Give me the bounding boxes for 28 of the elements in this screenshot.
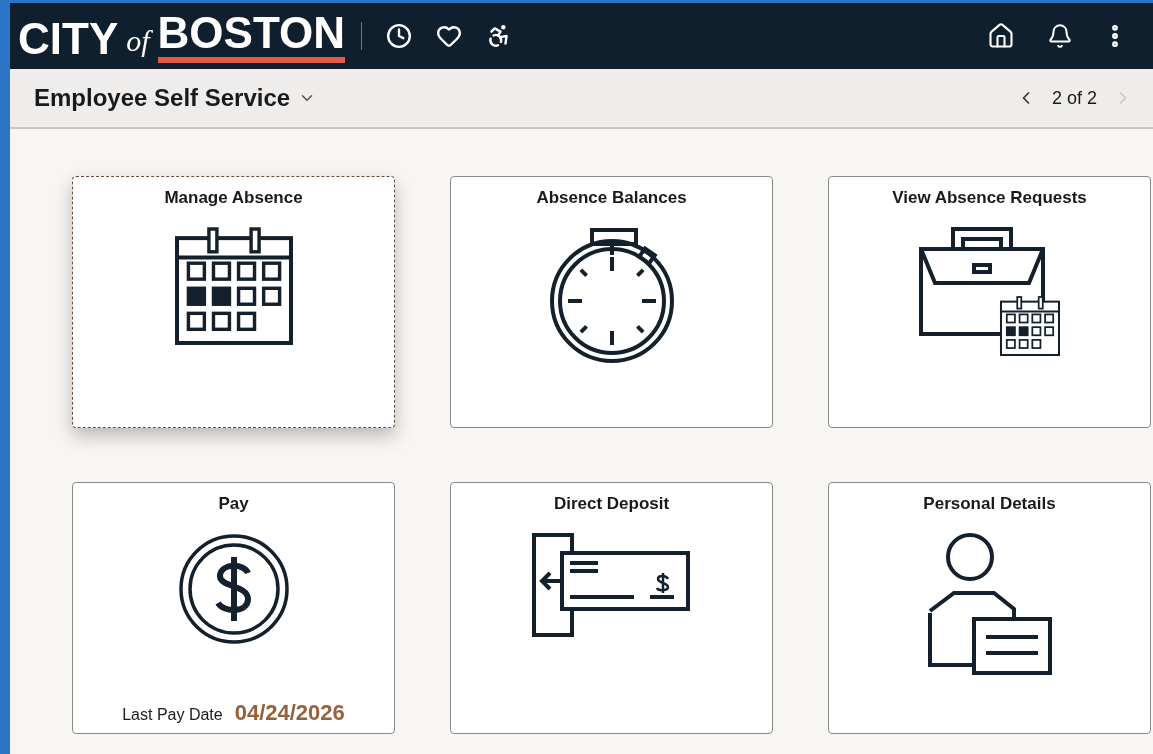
tile[interactable]: Pay Last Pay Date 04/24/2026 <box>72 482 395 734</box>
tile-title: View Absence Requests <box>892 187 1087 209</box>
recent-icon[interactable] <box>386 23 412 49</box>
tile-title: Personal Details <box>923 493 1056 515</box>
tile[interactable]: Manage Absence <box>72 176 395 428</box>
city-logo[interactable]: CITY of BOSTON <box>18 9 345 63</box>
person-card-icon <box>927 532 1052 675</box>
briefcase-calendar-icon <box>918 226 1061 357</box>
logo-text: CITY <box>18 15 119 63</box>
favorites-icon[interactable] <box>436 23 462 49</box>
notifications-icon[interactable] <box>1047 23 1073 49</box>
dollar-coin-icon <box>177 532 290 645</box>
last-pay-date-label: Last Pay Date <box>122 705 223 725</box>
stopwatch-icon <box>548 226 675 365</box>
page-counter: 2 of 2 <box>1051 86 1097 110</box>
tile[interactable]: Direct Deposit <box>450 482 773 734</box>
tile[interactable]: View Absence Requests <box>828 176 1151 428</box>
page-title-dropdown[interactable]: Employee Self Service <box>34 80 317 116</box>
tile[interactable]: Absence Balances <box>450 176 773 428</box>
tile-title: Pay <box>218 493 249 515</box>
last-pay-date-value: 04/24/2026 <box>234 699 345 727</box>
home-icon[interactable] <box>987 22 1015 50</box>
tile-title: Absence Balances <box>536 187 687 209</box>
tile-title: Direct Deposit <box>553 493 670 515</box>
logo-text: BOSTON <box>157 9 345 63</box>
tile-title: Manage Absence <box>164 187 303 209</box>
check-deposit-icon <box>531 532 692 637</box>
tile[interactable]: Personal Details <box>828 482 1151 734</box>
